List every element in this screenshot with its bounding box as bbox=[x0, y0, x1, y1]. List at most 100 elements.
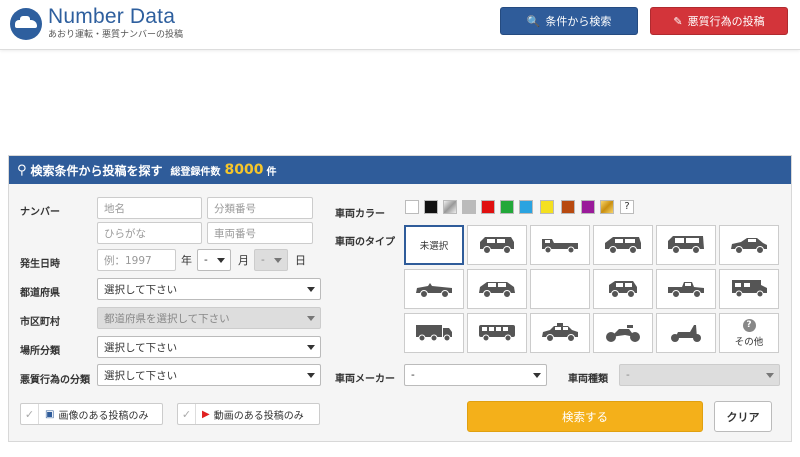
van-icon bbox=[668, 236, 704, 254]
color-swatch-yellow[interactable] bbox=[540, 200, 554, 214]
color-swatch-purple[interactable] bbox=[581, 200, 595, 214]
color-swatch-blue[interactable] bbox=[519, 200, 533, 214]
type-unselected[interactable]: 未選択 bbox=[404, 225, 464, 265]
logo-title: Number Data bbox=[48, 5, 176, 28]
type-sedan[interactable] bbox=[719, 225, 779, 265]
scooter-icon bbox=[671, 325, 701, 342]
count-unit: 件 bbox=[266, 166, 277, 178]
compact-suv-icon bbox=[479, 282, 515, 298]
header-post-label: 悪質行為の投稿 bbox=[687, 15, 765, 28]
type-convertible[interactable] bbox=[404, 269, 464, 309]
type-pickup[interactable] bbox=[656, 269, 716, 309]
prefecture-select[interactable]: 選択して下さい bbox=[97, 278, 321, 300]
car-logo-icon bbox=[10, 7, 42, 40]
day-value: - bbox=[261, 254, 265, 266]
convertible-icon bbox=[416, 283, 452, 298]
city-select[interactable]: 都道府県を選択して下さい bbox=[97, 307, 321, 329]
color-swatch-silver[interactable] bbox=[443, 200, 457, 214]
motorcycle-icon bbox=[606, 325, 640, 342]
chevron-down-icon bbox=[766, 373, 774, 378]
color-swatch-red[interactable] bbox=[481, 200, 495, 214]
panel-title: 検索条件から投稿を探す bbox=[30, 163, 163, 178]
prefecture-label: 都道府県 bbox=[20, 288, 60, 299]
video-only-checkbox[interactable]: ✓ ▶ 動画のある投稿のみ bbox=[177, 403, 320, 425]
chevron-down-icon bbox=[307, 373, 315, 378]
chevron-down-icon bbox=[274, 258, 282, 263]
color-swatch-gray[interactable] bbox=[462, 200, 476, 214]
site-logo[interactable]: Number Data あおり運転・悪質ナンバーの投稿 bbox=[10, 6, 183, 41]
color-swatch-green[interactable] bbox=[500, 200, 514, 214]
header-post-button[interactable]: ✎ 悪質行為の投稿 bbox=[650, 7, 788, 35]
taxi-icon bbox=[542, 323, 578, 342]
chevron-down-icon bbox=[307, 316, 315, 321]
type-kei-car[interactable] bbox=[593, 269, 653, 309]
type-bus[interactable] bbox=[467, 313, 527, 353]
color-swatch-other[interactable]: ? bbox=[620, 200, 634, 214]
chevron-down-icon bbox=[307, 345, 315, 350]
type-truck-light[interactable] bbox=[530, 225, 590, 265]
type-truck[interactable] bbox=[404, 313, 464, 353]
search-button[interactable]: 検索する bbox=[467, 401, 703, 432]
vehicle-number-input[interactable]: 車両番号 bbox=[207, 222, 313, 244]
type-scooter[interactable] bbox=[656, 313, 716, 353]
type-other-label: その他 bbox=[734, 336, 764, 348]
type-blank[interactable] bbox=[530, 269, 590, 309]
video-icon: ▶ bbox=[202, 408, 210, 420]
type-taxi[interactable] bbox=[530, 313, 590, 353]
behavior-select[interactable]: 選択して下さい bbox=[97, 364, 321, 386]
number-label: ナンバー bbox=[20, 207, 60, 218]
color-swatch-white[interactable] bbox=[405, 200, 419, 214]
image-only-label: 画像のある投稿のみ bbox=[58, 410, 149, 422]
day-select[interactable]: - bbox=[254, 249, 288, 271]
place-type-select[interactable]: 選択して下さい bbox=[97, 336, 321, 358]
type-minivan[interactable] bbox=[593, 225, 653, 265]
model-value: - bbox=[626, 369, 630, 381]
header-search-label: 条件から検索 bbox=[545, 15, 612, 28]
sedan-icon bbox=[731, 238, 767, 254]
year-input[interactable]: 例：1997 bbox=[97, 249, 176, 271]
month-select[interactable]: - bbox=[197, 249, 231, 271]
type-van[interactable] bbox=[656, 225, 716, 265]
image-icon: ▣ bbox=[45, 408, 55, 420]
color-label: 車両カラー bbox=[335, 209, 385, 220]
color-swatch-gold[interactable] bbox=[600, 200, 614, 214]
kei-car-icon bbox=[609, 281, 637, 298]
class-number-input[interactable]: 分類番号 bbox=[207, 197, 313, 219]
type-compact-suv[interactable] bbox=[467, 269, 527, 309]
pencil-icon: ✎ bbox=[673, 14, 683, 28]
video-only-label: 動画のある投稿のみ bbox=[213, 410, 304, 422]
place-type-label: 場所分類 bbox=[20, 346, 60, 357]
clear-button[interactable]: クリア bbox=[714, 401, 772, 432]
model-label: 車両種類 bbox=[568, 374, 608, 385]
type-label: 車両のタイプ bbox=[335, 237, 395, 248]
header-search-button[interactable]: 🔍 条件から検索 bbox=[500, 7, 638, 35]
pickup-icon bbox=[668, 282, 704, 298]
type-camper[interactable] bbox=[719, 269, 779, 309]
behavior-value: 選択して下さい bbox=[104, 369, 178, 382]
place-input[interactable]: 地名 bbox=[97, 197, 202, 219]
chevron-down-icon bbox=[533, 373, 541, 378]
bus-icon bbox=[479, 325, 515, 342]
date-label: 発生日時 bbox=[20, 259, 60, 270]
type-motorcycle[interactable] bbox=[593, 313, 653, 353]
color-swatch-brown[interactable] bbox=[561, 200, 575, 214]
type-suv[interactable] bbox=[467, 225, 527, 265]
light-truck-icon bbox=[542, 239, 578, 254]
place-type-value: 選択して下さい bbox=[104, 341, 178, 354]
image-only-checkbox[interactable]: ✓ ▣ 画像のある投稿のみ bbox=[20, 403, 163, 425]
count-label: 総登録件数 bbox=[170, 166, 221, 178]
top-navbar: Number Data あおり運転・悪質ナンバーの投稿 🔍 条件から検索 ✎ 悪… bbox=[0, 0, 800, 50]
hiragana-input[interactable]: ひらがな bbox=[97, 222, 202, 244]
type-other[interactable]: ? その他 bbox=[719, 313, 779, 353]
camper-icon bbox=[732, 280, 767, 298]
city-label: 市区町村 bbox=[20, 317, 60, 328]
model-select[interactable]: - bbox=[619, 364, 780, 386]
question-icon: ? bbox=[742, 318, 756, 332]
day-unit: 日 bbox=[295, 254, 306, 267]
maker-value: - bbox=[411, 369, 415, 381]
search-icon: 🔍 bbox=[526, 14, 541, 28]
year-unit: 年 bbox=[181, 254, 192, 267]
maker-select[interactable]: - bbox=[404, 364, 547, 386]
minivan-icon bbox=[605, 237, 641, 254]
color-swatch-black[interactable] bbox=[424, 200, 438, 214]
